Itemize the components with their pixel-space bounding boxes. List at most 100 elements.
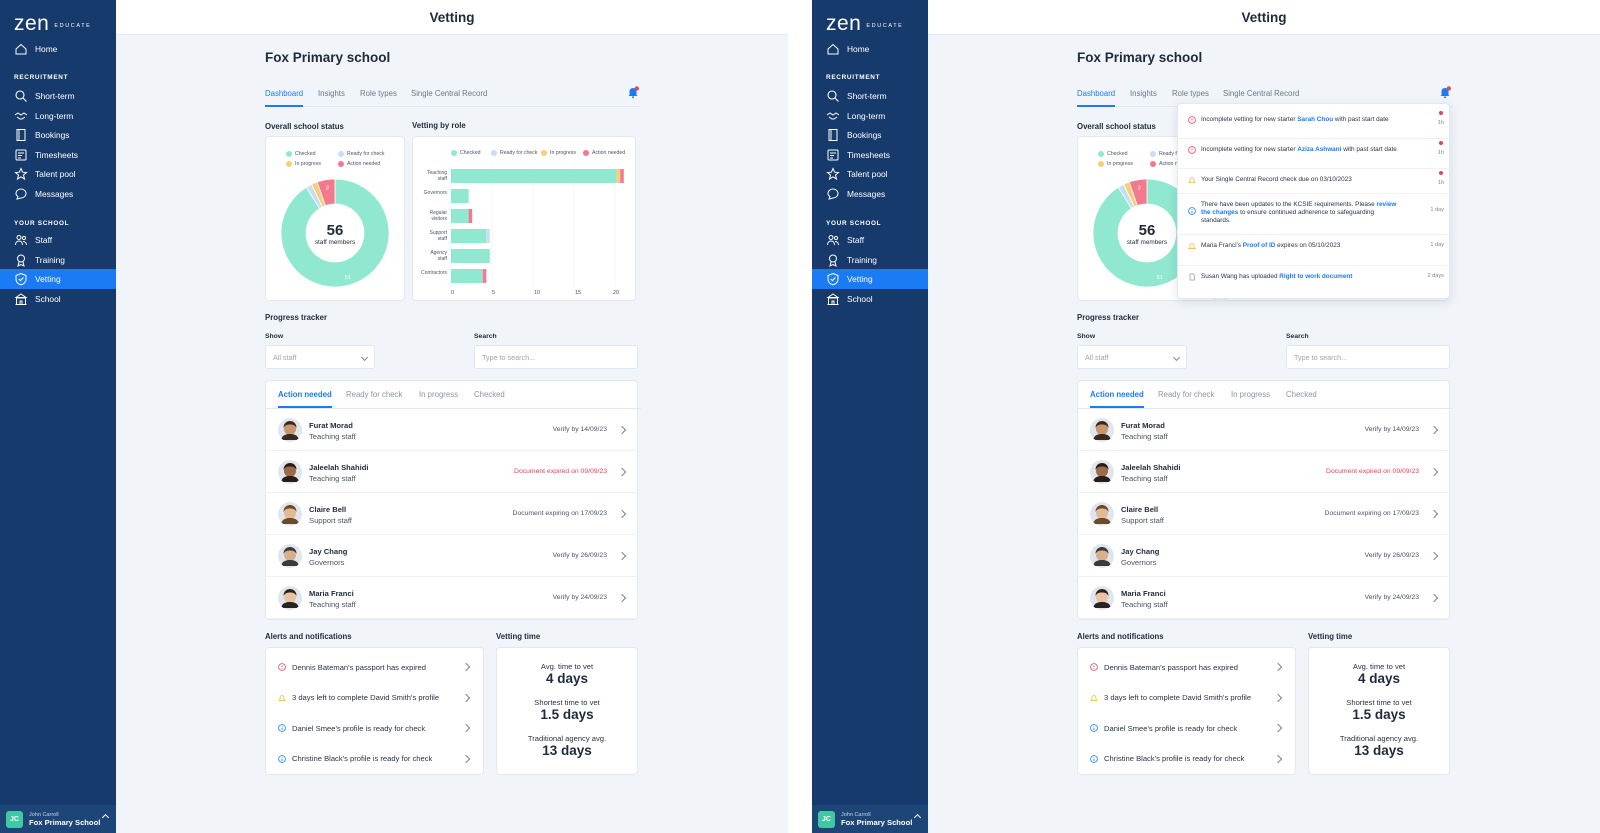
- tab-action-needed[interactable]: Action needed: [1090, 390, 1144, 408]
- zen-educate-logo[interactable]: zen EDUCATE: [14, 13, 91, 34]
- table-row[interactable]: Maria Franci Teaching staff Verify by 24/0…: [266, 577, 641, 619]
- notification-link[interactable]: Aziza Ashwani: [1297, 146, 1341, 153]
- bar-support-staff-checked[interactable]: [451, 229, 487, 243]
- tab-single-central-record[interactable]: Single Central Record: [1223, 89, 1299, 98]
- sidebar-item-long-term[interactable]: Long-term: [0, 106, 116, 126]
- tab-insights[interactable]: Insights: [1130, 89, 1157, 98]
- alert-item[interactable]: Daniel Smee's profile is ready for check: [1078, 713, 1295, 743]
- bar-contractors-checked[interactable]: [451, 269, 483, 283]
- sidebar-item-short-term[interactable]: Short-term: [812, 86, 928, 106]
- chevron-right-icon[interactable]: [1429, 551, 1439, 561]
- table-row[interactable]: Jaleelah Shahidi Teaching staff Document e…: [1078, 451, 1453, 493]
- alert-item[interactable]: 3 days left to complete David Smith's pr…: [266, 683, 483, 713]
- search-input[interactable]: Type to search...: [474, 345, 638, 369]
- chevron-right-icon[interactable]: [1429, 467, 1439, 477]
- bar-teaching-staff-action-needed[interactable]: [620, 169, 624, 183]
- bar-regular-visitors-checked[interactable]: [451, 209, 469, 223]
- bar-governors-checked[interactable]: [451, 189, 469, 203]
- table-row[interactable]: Jay Chang Governors Verify by 26/09/23: [266, 535, 641, 577]
- search-placeholder: Type to search...: [1294, 352, 1348, 362]
- alert-item[interactable]: Christine Black's profile is ready for c…: [266, 744, 483, 774]
- show-select[interactable]: All staff: [265, 345, 375, 369]
- progress-card: Action needed Ready for check In progress C…: [265, 380, 641, 620]
- table-row[interactable]: Furat Morad Teaching staff Verify by 14/09…: [1078, 409, 1453, 451]
- table-row[interactable]: Jaleelah Shahidi Teaching staff Document e…: [266, 451, 641, 493]
- sidebar-item-timesheets[interactable]: Timesheets: [812, 145, 928, 165]
- table-row[interactable]: Furat Morad Teaching staff Verify by 14/09…: [266, 409, 641, 451]
- tab-role-types[interactable]: Role types: [360, 89, 397, 98]
- chevron-right-icon[interactable]: [617, 593, 627, 603]
- bar-teaching-staff-in-progress[interactable]: [616, 169, 621, 183]
- bar-teaching-staff-checked[interactable]: [451, 169, 617, 183]
- divider: [1178, 138, 1451, 139]
- table-row[interactable]: Claire Bell Support staff Document expirin…: [266, 493, 641, 535]
- sidebar-item-home[interactable]: Home: [812, 39, 928, 59]
- chevron-right-icon[interactable]: [1429, 425, 1439, 435]
- sidebar-item-short-term[interactable]: Short-term: [0, 86, 116, 106]
- notification-bell-icon[interactable]: [626, 85, 640, 99]
- notification-link[interactable]: Right to work document: [1279, 273, 1352, 280]
- tab-role-types[interactable]: Role types: [1172, 89, 1209, 98]
- status-text: Verify by 26/09/23: [552, 552, 607, 559]
- table-row[interactable]: Maria Franci Teaching staff Verify by 24/0…: [1078, 577, 1453, 619]
- chevron-right-icon[interactable]: [617, 509, 627, 519]
- sidebar-item-staff[interactable]: Staff: [0, 230, 116, 250]
- sidebar-item-vetting[interactable]: Vetting: [812, 269, 928, 290]
- section-title: Vetting time: [1308, 632, 1353, 641]
- sidebar-item-bookings[interactable]: Bookings: [0, 125, 116, 145]
- alert-item[interactable]: Dennis Bateman's passport has expired: [266, 652, 483, 682]
- notification-link[interactable]: Sarah Chou: [1297, 116, 1333, 123]
- alert-item[interactable]: 3 days left to complete David Smith's pr…: [1078, 683, 1295, 713]
- tab-dashboard[interactable]: Dashboard: [1077, 89, 1116, 107]
- sidebar-item-messages[interactable]: Messages: [0, 184, 116, 204]
- sidebar-item-home[interactable]: Home: [0, 39, 116, 59]
- search-input[interactable]: Type to search...: [1286, 345, 1450, 369]
- bar-regular-visitors-action-needed[interactable]: [468, 209, 473, 223]
- sidebar-item-staff[interactable]: Staff: [812, 230, 928, 250]
- bar-agency-staff-checked[interactable]: [451, 249, 490, 263]
- tab-in-progress[interactable]: In progress: [419, 390, 458, 399]
- sidebar-item-talent-pool[interactable]: Talent pool: [812, 164, 928, 184]
- alert-item[interactable]: Christine Black's profile is ready for c…: [1078, 744, 1295, 774]
- sidebar-item-school[interactable]: School: [812, 289, 928, 309]
- show-select[interactable]: All staff: [1077, 345, 1187, 369]
- sidebar-item-training[interactable]: Training: [812, 250, 928, 270]
- sidebar-item-messages[interactable]: Messages: [812, 184, 928, 204]
- sidebar-item-long-term[interactable]: Long-term: [812, 106, 928, 126]
- sidebar-item-vetting[interactable]: Vetting: [0, 269, 116, 290]
- chevron-right-icon[interactable]: [617, 551, 627, 561]
- zen-educate-logo[interactable]: zen EDUCATE: [826, 13, 903, 34]
- tab-ready-for-check[interactable]: Ready for check: [1158, 390, 1214, 399]
- user-menu[interactable]: JC John Carroll Fox Primary School: [812, 805, 928, 833]
- chevron-right-icon[interactable]: [617, 467, 627, 477]
- bar-support-staff-ready-for-check[interactable]: [486, 229, 490, 243]
- sidebar-item-school[interactable]: School: [0, 289, 116, 309]
- y-tick-label: Governors: [423, 190, 447, 196]
- notification-bell-icon[interactable]: [1438, 85, 1452, 99]
- tab-in-progress[interactable]: In progress: [1231, 390, 1270, 399]
- notification-link[interactable]: Proof of ID: [1243, 242, 1276, 249]
- sidebar-item-training[interactable]: Training: [0, 250, 116, 270]
- tab-insights[interactable]: Insights: [318, 89, 345, 98]
- sidebar-item-talent-pool[interactable]: Talent pool: [0, 164, 116, 184]
- table-row[interactable]: Claire Bell Support staff Document expirin…: [1078, 493, 1453, 535]
- tab-checked[interactable]: Checked: [1286, 390, 1317, 399]
- medal-icon: [829, 254, 837, 267]
- sidebar-item-timesheets[interactable]: Timesheets: [0, 145, 116, 165]
- bar-contractors-action-needed[interactable]: [482, 269, 487, 283]
- table-row[interactable]: Jay Chang Governors Verify by 26/09/23: [1078, 535, 1453, 577]
- chevron-right-icon[interactable]: [1429, 593, 1439, 603]
- section-title: Vetting time: [496, 632, 541, 641]
- tab-action-needed[interactable]: Action needed: [278, 390, 332, 408]
- alert-item[interactable]: Dennis Bateman's passport has expired: [1078, 652, 1295, 682]
- user-menu[interactable]: JC John Carroll Fox Primary School: [0, 805, 116, 833]
- tab-checked[interactable]: Checked: [474, 390, 505, 399]
- tab-single-central-record[interactable]: Single Central Record: [411, 89, 487, 98]
- chevron-right-icon[interactable]: [1429, 509, 1439, 519]
- status-text: Verify by 26/09/23: [1364, 552, 1419, 559]
- alert-item[interactable]: Daniel Smee's profile is ready for check: [266, 713, 483, 743]
- tab-ready-for-check[interactable]: Ready for check: [346, 390, 402, 399]
- tab-dashboard[interactable]: Dashboard: [265, 89, 304, 107]
- sidebar-item-bookings[interactable]: Bookings: [812, 125, 928, 145]
- chevron-right-icon[interactable]: [617, 425, 627, 435]
